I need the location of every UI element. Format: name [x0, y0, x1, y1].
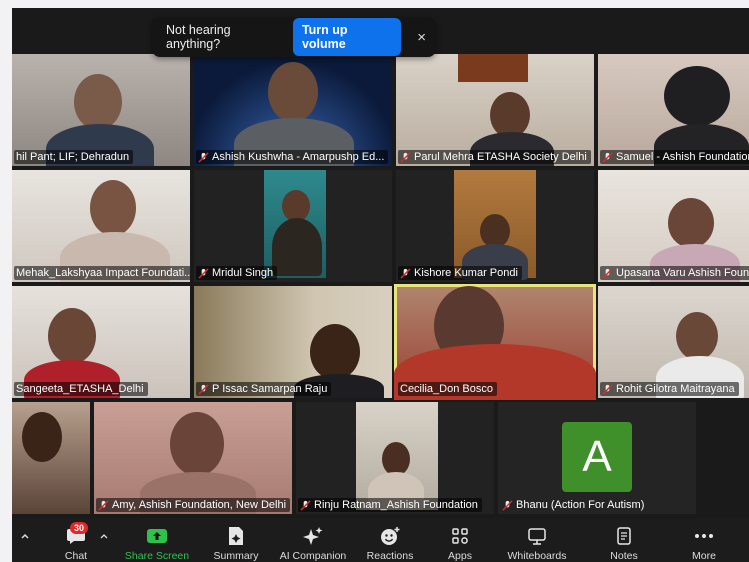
- whiteboards-button[interactable]: Whiteboards: [498, 518, 576, 562]
- participant-name: Kishore Kumar Pondi: [398, 266, 522, 280]
- video-tile[interactable]: P Issac Samarpan Raju: [194, 286, 392, 398]
- ai-companion-sparkle-icon: [302, 524, 324, 547]
- participant-name: Amy, Ashish Foundation, New Delhi: [96, 498, 291, 512]
- participant-name: P Issac Samarpan Raju: [196, 382, 332, 396]
- avatar: A: [562, 422, 632, 492]
- muted-mic-icon: [602, 267, 613, 279]
- apps-button[interactable]: Apps: [438, 518, 482, 562]
- whiteboard-icon: [527, 524, 547, 547]
- participant-name: Samuel - Ashish Foundation: [600, 150, 749, 164]
- video-tile[interactable]: Ashish Kushwha - Amarpushp Ed...: [194, 54, 392, 166]
- meeting-toolbar: 30 Chat Share Screen Summary AI Companio…: [12, 518, 749, 562]
- muted-mic-icon: [98, 499, 109, 511]
- participant-name: Parul Mehra ETASHA Society Delhi: [398, 150, 591, 164]
- summary-icon: [227, 524, 245, 547]
- reactions-emoji-icon: [379, 524, 401, 547]
- muted-mic-icon: [602, 151, 613, 163]
- video-tile[interactable]: [12, 402, 90, 514]
- chat-options-chevron-icon[interactable]: [98, 518, 110, 562]
- video-tile[interactable]: Mridul Singh: [194, 170, 392, 282]
- participant-name: hil Pant; LIF; Dehradun: [14, 150, 134, 164]
- participant-name: Sangeeta_ETASHA_Delhi: [14, 382, 148, 396]
- muted-mic-icon: [300, 499, 311, 511]
- muted-mic-icon: [400, 267, 411, 279]
- participant-name: Rohit Gilotra Maitrayana: [600, 382, 739, 396]
- notes-button[interactable]: Notes: [600, 518, 648, 562]
- video-tile[interactable]: Mehak_Lakshyaa Impact Foundati...: [12, 170, 190, 282]
- video-tile[interactable]: Amy, Ashish Foundation, New Delhi: [94, 402, 292, 514]
- participant-name: Ashish Kushwha - Amarpushp Ed...: [196, 150, 389, 164]
- turn-up-volume-button[interactable]: Turn up volume: [292, 18, 402, 56]
- participant-name: Cecilia_Don Bosco: [398, 382, 497, 396]
- share-screen-button[interactable]: Share Screen: [122, 518, 192, 562]
- video-tile[interactable]: Rohit Gilotra Maitrayana: [598, 286, 749, 398]
- ai-companion-button[interactable]: AI Companion: [274, 518, 352, 562]
- muted-mic-icon: [198, 267, 209, 279]
- participant-name: Upasana Varu Ashish Foun: [600, 266, 749, 280]
- video-tile[interactable]: Sangeeta_ETASHA_Delhi: [12, 286, 190, 398]
- audio-notification-banner: Not hearing anything? Turn up volume ×: [152, 17, 436, 57]
- expand-chevron-up-icon[interactable]: [16, 518, 34, 562]
- muted-mic-icon: [602, 383, 613, 395]
- more-button[interactable]: More: [682, 518, 726, 562]
- video-tile[interactable]: hil Pant; LIF; Dehradun: [12, 54, 190, 166]
- participant-name: Mehak_Lakshyaa Impact Foundati...: [14, 266, 190, 280]
- muted-mic-icon: [198, 151, 209, 163]
- close-icon[interactable]: ×: [417, 29, 426, 46]
- apps-icon: [451, 524, 469, 547]
- muted-mic-icon: [400, 151, 411, 163]
- participant-name: Bhanu (Action For Autism): [500, 498, 648, 512]
- muted-mic-icon: [502, 499, 513, 511]
- chat-badge: 30: [70, 522, 89, 534]
- video-tile[interactable]: Rinju Ratnam_Ashish Foundation: [296, 402, 494, 514]
- reactions-button[interactable]: Reactions: [362, 518, 418, 562]
- participant-name: Rinju Ratnam_Ashish Foundation: [298, 498, 482, 512]
- notes-icon: [616, 524, 632, 547]
- share-screen-icon: [146, 524, 168, 547]
- more-dots-icon: [694, 524, 714, 547]
- video-tile[interactable]: Upasana Varu Ashish Foun: [598, 170, 749, 282]
- video-tile[interactable]: Samuel - Ashish Foundation: [598, 54, 749, 166]
- video-tile[interactable]: Kishore Kumar Pondi: [396, 170, 594, 282]
- notification-message: Not hearing anything?: [166, 23, 231, 51]
- video-gallery: hil Pant; LIF; Dehradun Ashish Kushwha -…: [12, 8, 749, 518]
- chat-button[interactable]: 30 Chat: [56, 518, 96, 562]
- participant-name: Mridul Singh: [196, 266, 278, 280]
- active-speaker-tile[interactable]: Cecilia_Don Bosco: [394, 284, 596, 400]
- summary-button[interactable]: Summary: [208, 518, 264, 562]
- muted-mic-icon: [198, 383, 209, 395]
- video-tile[interactable]: Parul Mehra ETASHA Society Delhi: [396, 54, 594, 166]
- video-tile[interactable]: A Bhanu (Action For Autism): [498, 402, 696, 514]
